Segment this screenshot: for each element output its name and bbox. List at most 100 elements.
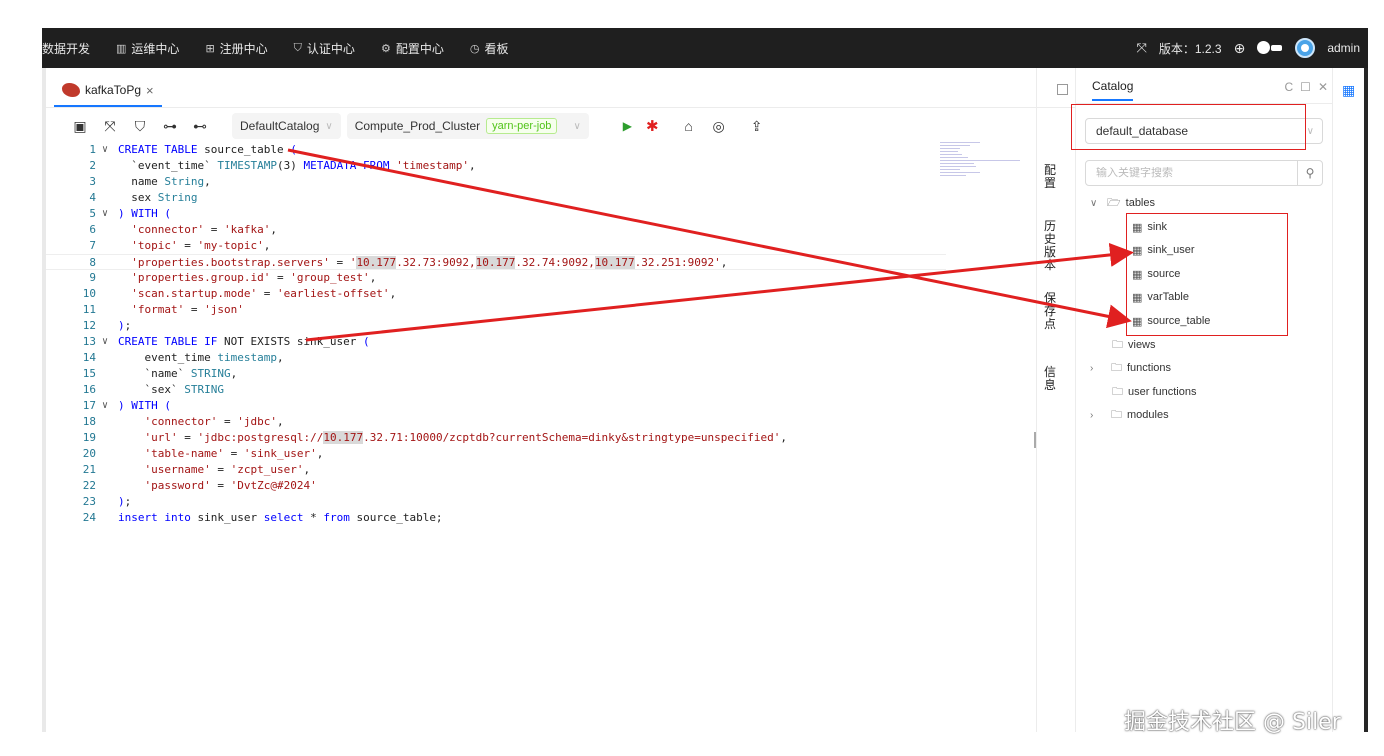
tab-kafkatopg[interactable]: kafkaToPg × <box>54 75 162 107</box>
tree-node-user-functions[interactable]: 🗀 user functions <box>1112 383 1196 401</box>
code-line: 'connector' = 'jdbc', <box>144 415 284 428</box>
line-number: 23 <box>82 495 96 508</box>
chevron-right-icon: › <box>1090 362 1094 374</box>
tab-config[interactable]: 配置 <box>1044 164 1058 190</box>
code-minimap[interactable] <box>940 142 1030 202</box>
nav-registry-center[interactable]: ⊞ 注册中心 <box>205 40 267 57</box>
catalog-panel: Catalog C ☐ ✕ default_database ∨ ⚲ ∨ 🗁 t… <box>1076 68 1332 732</box>
line-number: 20 <box>82 447 96 460</box>
tab-info[interactable]: 信息 <box>1044 366 1058 392</box>
catalog-select-value: DefaultCatalog <box>240 119 320 133</box>
line-number: 19 <box>82 431 96 444</box>
tree-node-functions[interactable]: › 🗀 functions <box>1090 359 1171 377</box>
line-number: 5 <box>89 207 96 220</box>
catalog-search: ⚲ <box>1085 160 1323 186</box>
code-line: `event_time` TIMESTAMP(3) METADATA FROM … <box>118 159 476 172</box>
editor-tabbar: kafkaToPg × <box>46 68 1076 108</box>
fullscreen-icon[interactable]: ⤧ <box>1136 40 1146 56</box>
check-icon[interactable]: ⛉ <box>132 118 148 135</box>
line-number: 17 <box>82 399 96 412</box>
catalog-select[interactable]: DefaultCatalog ∨ <box>232 113 341 139</box>
maximize-icon[interactable]: ☐ <box>1300 80 1311 94</box>
fold-chevron-icon[interactable]: ∨ <box>102 398 108 414</box>
cluster-select[interactable]: Compute_Prod_Cluster yarn-per-job ∨ <box>346 113 589 139</box>
language-icon[interactable]: ⊕ <box>1234 40 1246 57</box>
run-icon[interactable]: ▶ <box>623 119 632 133</box>
deploy-icon[interactable]: ⌂ <box>681 118 697 134</box>
fold-chevron-icon[interactable]: ∨ <box>102 206 108 222</box>
nav-data-dev[interactable]: 数据开发 <box>42 40 90 57</box>
code-line: sex String <box>118 191 198 204</box>
fold-chevron-icon[interactable]: ∨ <box>102 142 108 158</box>
chevron-down-icon: ∨ <box>1306 125 1314 137</box>
tree-label: user functions <box>1128 386 1197 398</box>
search-icon[interactable]: ⚲ <box>1297 161 1322 185</box>
line-number: 2 <box>89 159 96 172</box>
nav-auth-center[interactable]: ⛉ 认证中心 <box>294 40 355 57</box>
catalog-title[interactable]: Catalog <box>1092 79 1134 101</box>
theme-toggle[interactable] <box>1257 41 1283 54</box>
close-icon[interactable]: × <box>146 83 154 98</box>
shield-icon: ⛉ <box>293 41 302 54</box>
watermark: 掘金技术社区 @ Siler <box>1124 710 1341 735</box>
table-grid-icon[interactable]: ▦ <box>1342 82 1355 99</box>
line-number: 3 <box>89 175 96 188</box>
close-icon[interactable]: ✕ <box>1318 80 1328 94</box>
flink-logo-icon <box>62 83 80 97</box>
username[interactable]: admin <box>1327 41 1360 55</box>
search-input[interactable] <box>1086 167 1292 179</box>
nav-dashboard[interactable]: ◷ 看板 <box>470 40 509 57</box>
code-line: ) WITH ( <box>118 399 171 412</box>
folder-icon: 🗀 <box>1111 408 1122 421</box>
code-line: ); <box>118 319 132 332</box>
line-number: 15 <box>82 367 96 380</box>
line-number: 21 <box>82 463 96 476</box>
screen: { "topnav": { "items": [ {"label": "数据开发… <box>0 0 1384 756</box>
tree-label: modules <box>1127 409 1169 421</box>
debug-icon[interactable]: ✱ <box>646 117 659 135</box>
nav-label: 配置中心 <box>395 41 444 56</box>
tree-label: functions <box>1127 362 1172 374</box>
annotation-box-database <box>1071 104 1306 150</box>
code-line: 'properties.group.id' = 'group_test', <box>131 271 377 284</box>
line-number: 11 <box>82 303 96 316</box>
code-line: 'table-name' = 'sink_user', <box>144 447 324 460</box>
nav-config-center[interactable]: ⚙ 配置中心 <box>381 40 444 57</box>
fold-chevron-icon[interactable]: ∨ <box>102 334 108 350</box>
code-editor[interactable]: 1 ∨ CREATE TABLE source_table ( 2 `event_t… <box>46 142 1037 732</box>
code-line: event_time timestamp, <box>118 351 284 364</box>
nav-label: 注册中心 <box>219 41 268 56</box>
cluster-select-value: Compute_Prod_Cluster <box>354 119 481 133</box>
chevron-right-icon: › <box>1090 409 1094 421</box>
chevron-down-icon: ∨ <box>1090 197 1098 209</box>
nav-label: 认证中心 <box>306 41 355 56</box>
code-line: ) WITH ( <box>118 207 171 220</box>
catalog-header: Catalog C ☐ ✕ <box>1076 68 1332 104</box>
refresh-icon[interactable]: C <box>1285 80 1294 94</box>
save-icon[interactable]: ▣ <box>72 118 88 135</box>
tab-history[interactable]: 历史版本 <box>1044 220 1058 272</box>
dashboard-icon: ◷ <box>469 42 480 55</box>
dag-icon[interactable]: ⊷ <box>192 118 208 135</box>
lineage-icon[interactable]: ⊶ <box>162 118 178 135</box>
locate-icon[interactable]: ◎ <box>711 118 727 135</box>
top-navbar: 数据开发 ▥ 运维中心 ⊞ 注册中心 ⛉ 认证中心 ⚙ 配置中心 ◷ 看板 ⤧ 版本：1.… <box>42 28 1368 68</box>
fullscreen-icon[interactable]: ⤧ <box>102 118 118 135</box>
line-number: 22 <box>82 479 96 492</box>
line-number: 6 <box>89 223 96 236</box>
tree-node-views[interactable]: 🗀 views <box>1112 336 1156 354</box>
line-number: 10 <box>82 287 96 300</box>
line-number: 13 <box>82 335 96 348</box>
code-line: 'password' = 'DvtZc@#2024' <box>144 479 317 492</box>
line-number: 4 <box>89 191 96 204</box>
tab-savepoint[interactable]: 保存点 <box>1044 292 1058 331</box>
navbar-right: ⤧ 版本：1.2.3 ⊕ admin <box>1136 38 1368 58</box>
code-line: insert into sink_user select * from sour… <box>118 511 443 524</box>
nav-ops-center[interactable]: ▥ 运维中心 <box>116 40 179 57</box>
tree-node-tables[interactable]: ∨ 🗁 tables <box>1090 194 1155 212</box>
code-line: 'format' = 'json' <box>131 303 244 316</box>
avatar[interactable] <box>1295 38 1316 58</box>
line-number: 9 <box>89 271 96 284</box>
tree-node-modules[interactable]: › 🗀 modules <box>1090 406 1169 424</box>
publish-icon[interactable]: ⇪ <box>749 118 765 135</box>
